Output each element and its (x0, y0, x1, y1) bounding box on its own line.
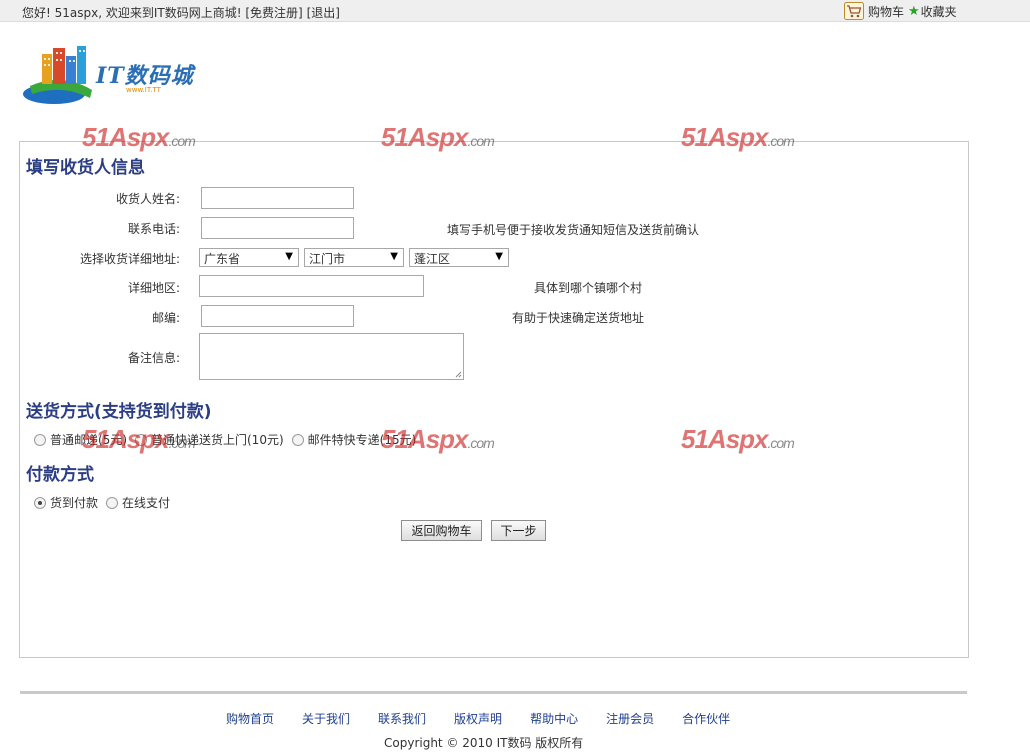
payment-option-label[interactable]: 在线支付 (122, 494, 170, 511)
back-to-cart-button[interactable]: 返回购物车 (401, 520, 482, 541)
cart-icon[interactable] (844, 2, 864, 20)
chevron-down-icon: ▼ (390, 251, 398, 262)
delivery-options: 普通邮递(5元) 普通快递送货上门(10元) 邮件特快专递(15元) (34, 431, 424, 448)
footer-link-register[interactable]: 注册会员 (606, 710, 654, 727)
footer-divider (20, 691, 967, 694)
detail-address-input[interactable] (199, 275, 424, 297)
city-select[interactable]: 江门市 ▼ (304, 248, 404, 267)
delivery-section-title: 送货方式(支持货到付款) (26, 402, 212, 422)
province-value: 广东省 (204, 252, 241, 266)
payment-options: 货到付款 在线支付 (34, 494, 178, 511)
detail-address-hint: 具体到哪个镇哪个村 (534, 281, 643, 295)
payment-option-label[interactable]: 货到付款 (50, 494, 98, 511)
phone-label: 联系电话: (127, 222, 180, 236)
province-select[interactable]: 广东省 ▼ (199, 248, 299, 267)
chevron-down-icon: ▼ (285, 251, 293, 262)
resize-handle-icon[interactable] (455, 371, 462, 378)
zip-label: 邮编: (151, 311, 180, 325)
register-link[interactable]: [免费注册] (245, 6, 302, 20)
star-icon: ★ (908, 3, 920, 19)
zip-input[interactable] (201, 305, 354, 327)
receiver-name-input[interactable] (201, 187, 354, 209)
delivery-option-radio[interactable] (291, 433, 304, 446)
top-bar-left: 您好! 51aspx, 欢迎来到IT数码网上商城! [免费注册] [退出] (22, 4, 340, 21)
footer-link-contact[interactable]: 联系我们 (378, 710, 426, 727)
copyright-text: Copyright © 2010 IT数码 版权所有 (384, 736, 584, 750)
logo-subtext: www.IT.TT (126, 86, 161, 94)
payment-option-radio[interactable] (34, 496, 46, 509)
next-step-button[interactable]: 下一步 (491, 520, 546, 541)
address-label: 选择收货详细地址: (79, 252, 180, 266)
remark-label: 备注信息: (127, 351, 180, 365)
payment-option-radio[interactable] (106, 496, 119, 509)
delivery-option-radio[interactable] (135, 433, 147, 446)
footer-link-help[interactable]: 帮助中心 (530, 710, 578, 727)
favorites-link[interactable]: 收藏夹 (921, 3, 957, 20)
remark-textarea[interactable] (199, 333, 464, 380)
delivery-option-label[interactable]: 普通邮递(5元) (50, 431, 127, 448)
payment-section-title: 付款方式 (26, 465, 94, 485)
footer-link-partners[interactable]: 合作伙伴 (682, 710, 730, 727)
phone-hint: 填写手机号便于接收发货通知短信及送货前确认 (447, 223, 700, 237)
greeting-text: 您好! 51aspx, 欢迎来到IT数码网上商城! (22, 6, 242, 20)
delivery-option-label[interactable]: 普通快递送货上门(10元) (151, 431, 284, 448)
detail-address-label: 详细地区: (127, 281, 180, 295)
footer-links: 购物首页 关于我们 联系我们 版权声明 帮助中心 注册会员 合作伙伴 (226, 710, 758, 727)
phone-input[interactable] (201, 217, 354, 239)
top-bar: 您好! 51aspx, 欢迎来到IT数码网上商城! [免费注册] [退出] 购物… (0, 0, 1030, 22)
district-value: 蓬江区 (414, 252, 451, 266)
receiver-section-title: 填写收货人信息 (26, 158, 145, 178)
chevron-down-icon: ▼ (495, 251, 503, 262)
delivery-option-label[interactable]: 邮件特快专递(15元) (308, 431, 417, 448)
top-bar-right: 购物车 ★ 收藏夹 (844, 2, 957, 20)
zip-hint: 有助于快速确定送货地址 (512, 311, 645, 325)
receiver-name-label: 收货人姓名: (115, 192, 180, 206)
footer-link-copyright[interactable]: 版权声明 (454, 710, 502, 727)
footer-link-about[interactable]: 关于我们 (302, 710, 350, 727)
delivery-option-radio[interactable] (34, 433, 46, 446)
cart-link[interactable]: 购物车 (868, 3, 904, 20)
footer-link-home[interactable]: 购物首页 (226, 710, 274, 727)
district-select[interactable]: 蓬江区 ▼ (409, 248, 509, 267)
logout-link[interactable]: [退出] (307, 6, 340, 20)
city-value: 江门市 (309, 252, 346, 266)
